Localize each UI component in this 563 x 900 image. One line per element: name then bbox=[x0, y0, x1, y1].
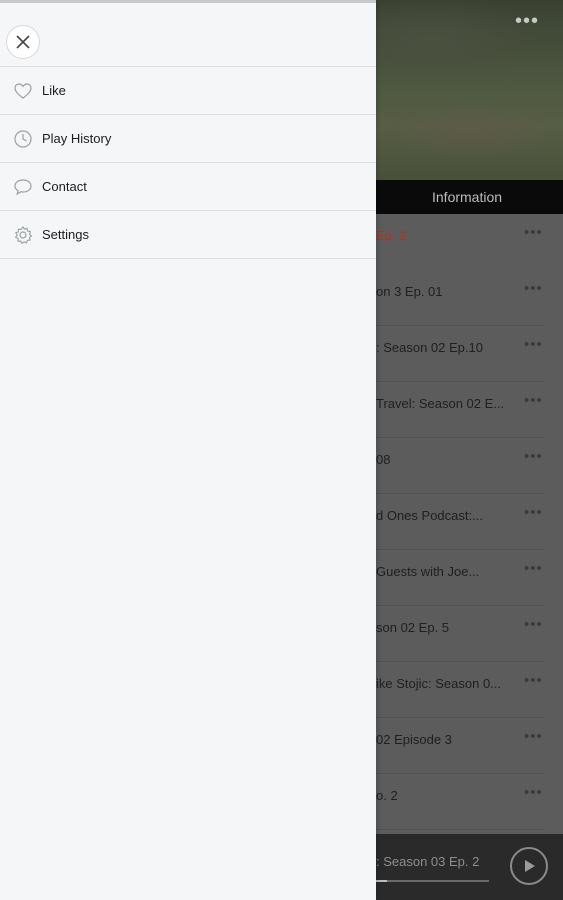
navigation-drawer: Like Play History Contact Settings bbox=[0, 0, 376, 900]
episode-title: son 02 Ep. 5 bbox=[376, 620, 449, 635]
more-options-icon[interactable]: ••• bbox=[524, 560, 543, 577]
episode-title: Ep. 2 bbox=[376, 228, 407, 243]
chat-bubble-icon bbox=[14, 179, 32, 196]
more-options-icon[interactable]: ••• bbox=[524, 728, 543, 745]
episode-title: ike Stojic: Season 0... bbox=[376, 676, 502, 691]
menu-item-label: Settings bbox=[42, 227, 89, 242]
episode-title: 02 Episode 3 bbox=[376, 732, 452, 747]
menu-item-settings[interactable]: Settings bbox=[0, 211, 376, 258]
heart-icon bbox=[14, 83, 32, 99]
menu-item-label: Like bbox=[42, 83, 66, 98]
more-options-icon[interactable]: ••• bbox=[524, 448, 543, 465]
play-icon bbox=[525, 860, 535, 872]
menu-item-label: Contact bbox=[42, 179, 87, 194]
now-playing-title: : Season 03 Ep. 2 bbox=[376, 854, 480, 869]
clock-icon bbox=[14, 130, 32, 148]
divider bbox=[376, 829, 545, 830]
episode-title: 08 bbox=[376, 452, 391, 467]
close-icon bbox=[16, 35, 30, 49]
episode-title: : Season 02 Ep.10 bbox=[376, 340, 483, 355]
more-options-icon[interactable]: ••• bbox=[524, 504, 543, 521]
drawer-top-edge bbox=[0, 0, 376, 3]
menu-item-label: Play History bbox=[42, 131, 112, 146]
play-button[interactable] bbox=[510, 847, 548, 885]
divider bbox=[0, 258, 376, 259]
episode-title: on 3 Ep. 01 bbox=[376, 284, 443, 299]
episode-title: d Ones Podcast:... bbox=[376, 508, 483, 523]
more-options-icon[interactable]: ••• bbox=[524, 392, 543, 409]
episode-title: Guests with Joe... bbox=[376, 564, 480, 579]
progress-bar[interactable] bbox=[376, 880, 489, 882]
gear-icon bbox=[15, 226, 33, 245]
menu-item-play-history[interactable]: Play History bbox=[0, 115, 376, 162]
episode-title: o. 2 bbox=[376, 788, 398, 803]
tab-information[interactable]: Information bbox=[432, 189, 502, 205]
menu-item-like[interactable]: Like bbox=[0, 67, 376, 114]
more-options-icon[interactable]: ••• bbox=[524, 280, 543, 297]
menu-item-contact[interactable]: Contact bbox=[0, 163, 376, 210]
more-options-icon[interactable]: ••• bbox=[524, 784, 543, 801]
more-options-icon[interactable]: ••• bbox=[524, 224, 543, 241]
progress-fill bbox=[376, 880, 388, 882]
more-options-icon[interactable]: ••• bbox=[515, 10, 539, 33]
more-options-icon[interactable]: ••• bbox=[524, 616, 543, 633]
more-options-icon[interactable]: ••• bbox=[524, 672, 543, 689]
close-button[interactable] bbox=[6, 25, 40, 59]
episode-title: Travel: Season 02 E... bbox=[376, 396, 505, 411]
more-options-icon[interactable]: ••• bbox=[524, 336, 543, 353]
